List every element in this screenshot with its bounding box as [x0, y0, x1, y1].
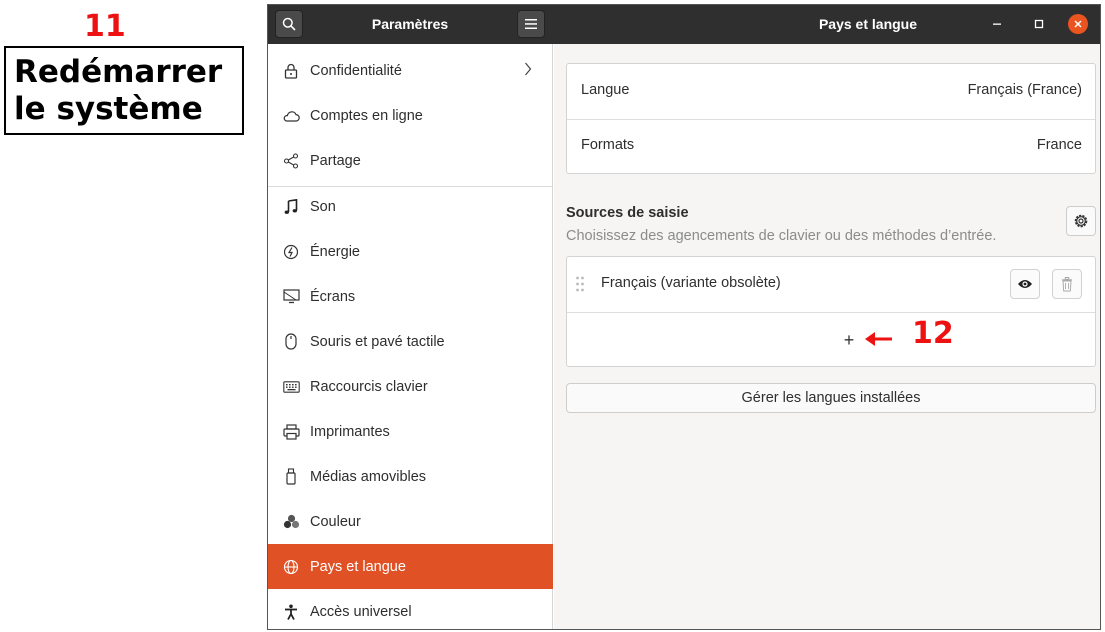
preview-layout-button[interactable] — [1010, 269, 1040, 299]
sidebar-item-label: Souris et pavé tactile — [310, 333, 445, 350]
add-icon: + — [843, 330, 855, 350]
step-12-label: 12 — [912, 316, 954, 351]
sidebar-item-label: Son — [310, 198, 336, 215]
close-button[interactable] — [1068, 14, 1088, 34]
gear-icon — [1074, 214, 1088, 228]
input-source-row[interactable]: Français (variante obsolète) — [567, 257, 1095, 312]
maximize-button[interactable] — [1029, 14, 1049, 34]
header-bar: Paramètres Pays et langue — [268, 5, 1100, 44]
formats-value: France — [1036, 137, 1082, 153]
search-icon — [282, 17, 296, 31]
trash-icon — [1062, 276, 1072, 291]
usb-icon — [282, 468, 300, 486]
sidebar-item-acces-universel[interactable]: Accès universel — [268, 589, 553, 629]
maximize-icon — [1034, 19, 1044, 29]
sidebar-item-label: Écrans — [310, 288, 356, 305]
sidebar-item-son[interactable]: Son — [268, 184, 553, 229]
sidebar-item-label: Imprimantes — [310, 423, 390, 440]
input-sources-title: Sources de saisie — [566, 205, 689, 221]
minimize-icon — [993, 23, 1001, 25]
minimize-button[interactable] — [987, 14, 1007, 34]
sidebar-item-souris[interactable]: Souris et pavé tactile — [268, 319, 553, 364]
step-11-label: 11 — [84, 9, 126, 44]
accessibility-icon — [282, 603, 300, 621]
main-menu-button[interactable] — [517, 10, 545, 38]
sidebar-item-energie[interactable]: Énergie — [268, 229, 553, 274]
sidebar-item-label: Couleur — [310, 513, 361, 530]
manage-installed-languages-button[interactable]: Gérer les langues installées — [566, 383, 1096, 413]
printer-icon — [282, 423, 300, 441]
sidebar-item-comptes-en-ligne[interactable]: Comptes en ligne — [268, 93, 553, 138]
language-value: Français (France) — [967, 82, 1082, 98]
music-note-icon — [282, 198, 300, 216]
close-icon — [1074, 20, 1082, 28]
language-formats-card: Langue Français (France) Formats France — [566, 63, 1096, 174]
remove-source-button[interactable] — [1052, 269, 1082, 299]
step-11-instruction-line1: Redémarrer — [14, 54, 223, 90]
page-title: Pays et langue — [818, 16, 918, 32]
step-11-instruction-line2: le système — [14, 91, 203, 127]
sidebar-item-partage[interactable]: Partage — [268, 138, 553, 183]
sidebar-item-imprimantes[interactable]: Imprimantes — [268, 409, 553, 454]
search-button[interactable] — [275, 10, 303, 38]
sidebar-item-pays-et-langue[interactable]: Pays et langue — [268, 544, 553, 589]
sidebar-item-label: Confidentialité — [310, 62, 402, 79]
sidebar-item-label: Accès universel — [310, 603, 412, 620]
formats-row[interactable]: Formats France — [567, 119, 1095, 174]
eye-icon — [1018, 280, 1032, 288]
input-sources-card: Français (variante obsolète) + — [566, 256, 1096, 367]
region-language-panel: Langue Français (France) Formats France … — [554, 44, 1100, 629]
add-input-source-button[interactable]: + — [567, 313, 1095, 368]
globe-icon — [282, 558, 300, 576]
sidebar-item-label: Pays et langue — [310, 558, 406, 575]
sidebar-item-label: Énergie — [310, 243, 360, 260]
input-sources-subtitle: Choisissez des agencements de clavier ou… — [566, 228, 997, 244]
sidebar-item-confidentialite[interactable]: Confidentialité — [268, 48, 553, 93]
sidebar-title: Paramètres — [371, 16, 449, 32]
input-sources-options-button[interactable] — [1066, 206, 1096, 236]
mouse-icon — [282, 333, 300, 351]
sidebar-item-label: Comptes en ligne — [310, 107, 423, 124]
annotation-arrow-icon — [865, 332, 892, 346]
language-label: Langue — [581, 82, 630, 98]
sidebar-item-label: Partage — [310, 152, 361, 169]
sidebar-item-medias-amovibles[interactable]: Médias amovibles — [268, 454, 553, 499]
sidebar-item-label: Médias amovibles — [310, 468, 427, 485]
input-source-name: Français (variante obsolète) — [601, 275, 781, 291]
sidebar-item-ecrans[interactable]: Écrans — [268, 274, 553, 319]
step-11-instruction-box: Redémarrer le système — [4, 46, 244, 135]
keyboard-icon — [282, 378, 300, 396]
share-icon — [282, 152, 300, 170]
hamburger-icon — [525, 19, 537, 29]
screen: 11 Redémarrer le système Paramètres Pays… — [0, 0, 1105, 632]
lock-icon — [282, 62, 300, 80]
cloud-icon — [282, 107, 300, 125]
language-row[interactable]: Langue Français (France) — [567, 64, 1095, 119]
power-icon — [282, 243, 300, 261]
settings-window: Paramètres Pays et langue Confidentialit… — [267, 4, 1101, 630]
drag-handle-icon[interactable] — [575, 276, 585, 296]
display-icon — [282, 288, 300, 306]
sidebar-item-couleur[interactable]: Couleur — [268, 499, 553, 544]
color-icon — [282, 513, 300, 531]
sidebar-item-label: Raccourcis clavier — [310, 378, 428, 395]
sidebar: Confidentialité Comptes en ligne Partage… — [268, 44, 553, 629]
chevron-right-icon — [524, 62, 532, 80]
formats-label: Formats — [581, 137, 635, 153]
sidebar-item-raccourcis[interactable]: Raccourcis clavier — [268, 364, 553, 409]
